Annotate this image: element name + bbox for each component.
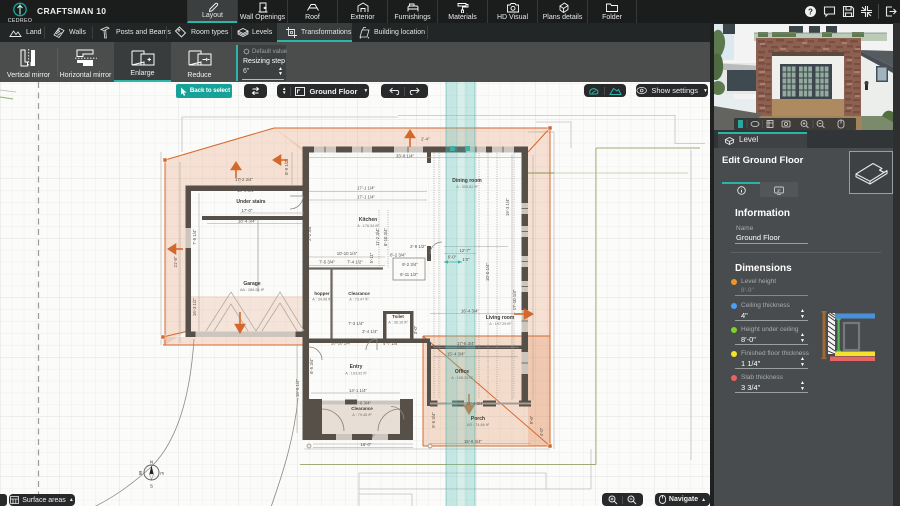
svg-text:2'-4 1/4": 2'-4 1/4" [362,329,378,334]
svg-text:7'-5 1/4": 7'-5 1/4" [192,229,197,245]
svg-text:17'-2 3/4": 17'-2 3/4" [235,177,254,182]
svg-text:16'-0": 16'-0" [361,442,372,447]
svg-text:15'-4 1/4": 15'-4 1/4" [357,434,376,439]
svg-text:18'-4 3/4": 18'-4 3/4" [238,219,257,224]
svg-text:7'-4 1/2": 7'-4 1/2" [347,260,363,265]
svg-text:6'-11 1/2": 6'-11 1/2" [400,272,418,277]
svg-text:6'-0": 6'-0" [448,255,457,260]
svg-text:15'-4 3/4": 15'-4 3/4" [447,352,466,357]
svg-text:A : 36.16 ft²: A : 36.16 ft² [388,321,408,325]
svg-text:Dining room: Dining room [452,178,482,184]
svg-text:11'-2 3/4": 11'-2 3/4" [375,228,380,246]
svg-text:4'-7 1/4": 4'-7 1/4" [383,341,399,346]
svg-text:21'-8": 21'-8" [173,256,178,267]
svg-text:Entry: Entry [350,364,363,370]
svg-text:17'-1 1/4": 17'-1 1/4" [357,195,376,200]
svg-text:A : 197.29 ft²: A : 197.29 ft² [489,322,511,326]
svg-text:A : 79.46 ft²: A : 79.46 ft² [352,413,372,417]
svg-text:Kitchen: Kitchen [359,217,377,223]
svg-text:10'-0 1/4": 10'-0 1/4" [485,262,490,281]
svg-text:7'-5 3/4": 7'-5 3/4" [319,260,335,265]
svg-text:17'-10 1/4": 17'-10 1/4" [512,289,517,310]
svg-text:16'-3 1/2": 16'-3 1/2" [192,297,197,316]
svg-text:AR : 74.86 ft²: AR : 74.86 ft² [467,423,490,427]
svg-text:8'-9 1/2": 8'-9 1/2" [522,175,527,191]
svg-text:8'-5 3/4": 8'-5 3/4" [309,358,314,374]
svg-text:9'-6 1/2": 9'-6 1/2" [302,260,307,276]
svg-text:3'-0": 3'-0" [413,325,418,334]
svg-text:17'-0": 17'-0" [242,208,253,213]
svg-text:9'-2 3/4": 9'-2 3/4" [402,262,418,267]
svg-text:Garage: Garage [243,281,260,287]
svg-text:12'-6 3/4": 12'-6 3/4" [353,401,372,406]
svg-text:18'-4 3/4": 18'-4 3/4" [237,188,256,193]
svg-text:1'0": 1'0" [462,257,470,262]
svg-text:A : 106.33 ft²: A : 106.33 ft² [451,376,473,380]
svg-text:A : 34.96 ft²: A : 34.96 ft² [312,298,332,302]
svg-text:Under stairs: Under stairs [236,199,265,205]
svg-text:17'-1 1/4": 17'-1 1/4" [357,186,376,191]
svg-text:Office: Office [455,369,469,375]
svg-text:A : 305.62 ft²: A : 305.62 ft² [456,185,478,189]
svg-text:2'-2 3/4": 2'-2 3/4" [307,225,312,241]
svg-text:?: ? [808,7,813,16]
svg-text:E: E [160,472,165,475]
svg-text:10'-10 1/4": 10'-10 1/4" [337,251,358,256]
svg-text:5'-11": 5'-11" [369,252,374,263]
svg-text:Living room: Living room [486,315,515,321]
svg-text:8'-2 3/4": 8'-2 3/4" [390,253,406,258]
svg-text:Toilet: Toilet [392,314,404,319]
svg-text:12'-7": 12'-7" [460,248,471,253]
svg-text:Porch: Porch [471,416,485,422]
svg-text:2'-9 1/2": 2'-9 1/2" [410,244,426,249]
svg-text:16'-5 1/2": 16'-5 1/2" [295,378,300,397]
svg-text:14'-4 3/4": 14'-4 3/4" [466,401,485,406]
svg-text:A : 103.92 ft²: A : 103.92 ft² [345,372,367,376]
svg-text:Clearance: Clearance [348,291,370,296]
svg-text:17'-6 3/4": 17'-6 3/4" [457,341,476,346]
svg-text:A : 176.34 ft²: A : 176.34 ft² [357,224,379,228]
svg-text:2'-4": 2'-4" [421,137,430,142]
svg-text:33'-8 1/4": 33'-8 1/4" [396,154,415,159]
svg-text:10'-10 1/4": 10'-10 1/4" [331,341,352,346]
svg-text:16'-4 3/4": 16'-4 3/4" [461,309,480,314]
svg-text:8'-10 3/4": 8'-10 3/4" [383,227,388,246]
svg-text:14'-1 1/4": 14'-1 1/4" [349,388,368,393]
svg-text:9'-6": 9'-6" [529,415,534,424]
svg-text:A : 73.47 ft²: A : 73.47 ft² [349,298,369,302]
svg-text:hopper: hopper [314,291,329,296]
svg-text:N: N [150,460,153,465]
svg-text:8'-9 1/2": 8'-9 1/2" [284,159,289,175]
svg-text:AA : 288.94 ft²: AA : 288.94 ft² [240,288,265,292]
svg-text:4'-0": 4'-0" [539,427,544,436]
svg-text:15'-3 1/4": 15'-3 1/4" [505,197,510,216]
svg-text:S: S [150,484,153,489]
svg-text:9'-5 3/4": 9'-5 3/4" [431,412,436,428]
svg-text:15'-6 3/4": 15'-6 3/4" [464,439,483,444]
svg-text:7'-3 1/4": 7'-3 1/4" [348,321,364,326]
svg-text:Clearance: Clearance [351,406,373,411]
